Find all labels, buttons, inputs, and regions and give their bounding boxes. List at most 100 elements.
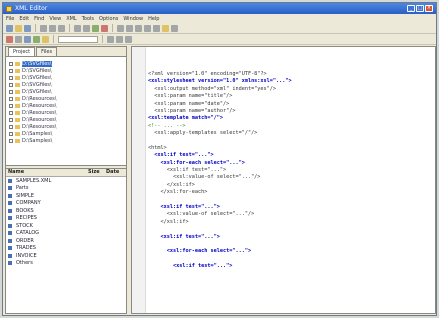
expand-icon[interactable] bbox=[9, 89, 13, 94]
outdent-icon[interactable] bbox=[153, 24, 160, 32]
column-date[interactable]: Date bbox=[104, 169, 126, 176]
code-line[interactable] bbox=[148, 138, 433, 145]
menu-file[interactable]: File bbox=[6, 16, 14, 22]
undo-icon[interactable] bbox=[74, 24, 81, 32]
copy-icon[interactable] bbox=[49, 24, 56, 32]
code-line[interactable]: <xsl:for-each select="..."> bbox=[148, 248, 433, 255]
file-row[interactable]: SIMPLE bbox=[6, 192, 126, 200]
menu-find[interactable]: Find bbox=[34, 16, 44, 22]
expand-icon[interactable] bbox=[9, 103, 13, 108]
code-line[interactable] bbox=[148, 226, 433, 233]
menu-edit[interactable]: Edit bbox=[19, 16, 29, 22]
tree-item[interactable]: D:\Resources\ bbox=[9, 95, 123, 102]
zoom-out-icon[interactable] bbox=[116, 35, 123, 43]
tree-item[interactable]: D:\Samples\ bbox=[9, 130, 123, 137]
menu-tools[interactable]: Tools bbox=[82, 16, 94, 22]
italic-icon[interactable] bbox=[15, 35, 22, 43]
validate-icon[interactable] bbox=[92, 24, 99, 32]
open-folder-icon[interactable] bbox=[15, 24, 22, 32]
code-line[interactable]: <xsl:if test="..."> bbox=[148, 167, 433, 174]
expand-icon[interactable] bbox=[9, 124, 13, 129]
code-editor[interactable]: <?xml version="1.0" encoding="UTF-8"?> <x… bbox=[131, 46, 436, 314]
bold-icon[interactable] bbox=[6, 35, 13, 43]
code-line[interactable]: <!-- ... --> bbox=[148, 123, 433, 130]
expand-icon[interactable] bbox=[9, 61, 13, 66]
find-icon[interactable] bbox=[117, 24, 124, 32]
expand-icon[interactable] bbox=[9, 110, 13, 115]
code-line[interactable] bbox=[148, 241, 433, 248]
expand-icon[interactable] bbox=[9, 131, 13, 136]
expand-icon[interactable] bbox=[9, 75, 13, 80]
code-line[interactable]: </xsl:if> bbox=[148, 219, 433, 226]
tree-item[interactable]: D:\SVGfiles\ bbox=[9, 88, 123, 95]
column-name[interactable]: Name bbox=[6, 169, 86, 176]
menu-options[interactable]: Options bbox=[99, 16, 118, 22]
code-line[interactable]: <xsl:stylesheet version="1.0" xmlns:xsl=… bbox=[148, 78, 433, 85]
code-line[interactable]: <xsl:if test="..."> bbox=[148, 152, 433, 159]
code-area[interactable]: <?xml version="1.0" encoding="UTF-8"?> <x… bbox=[148, 71, 433, 271]
tree-item[interactable]: D:\SVGfiles\ bbox=[9, 81, 123, 88]
code-line[interactable]: <xsl:if test="..."> bbox=[148, 204, 433, 211]
tree-item[interactable]: D:\SVGfiles\ bbox=[9, 67, 123, 74]
maximize-button[interactable]: □ bbox=[416, 5, 424, 12]
cut-icon[interactable] bbox=[40, 24, 47, 32]
tree-item[interactable]: D:\SVGfiles\ bbox=[9, 74, 123, 81]
menu-view[interactable]: View bbox=[49, 16, 61, 22]
file-row[interactable]: CATALOG bbox=[6, 230, 126, 238]
menu-window[interactable]: Window bbox=[123, 16, 143, 22]
menu-help[interactable]: Help bbox=[148, 16, 159, 22]
redo-icon[interactable] bbox=[83, 24, 90, 32]
file-row[interactable]: Others bbox=[6, 260, 126, 268]
code-line[interactable]: <xsl:for-each select="..."> bbox=[148, 160, 433, 167]
code-line[interactable]: <xsl:value-of select="..."/> bbox=[148, 174, 433, 181]
tab-files[interactable]: Files bbox=[36, 47, 58, 56]
file-row[interactable]: STOCK bbox=[6, 222, 126, 230]
code-line[interactable]: <xsl:template match="/"> bbox=[148, 115, 433, 122]
replace-icon[interactable] bbox=[126, 24, 133, 32]
browser-icon[interactable] bbox=[162, 24, 169, 32]
file-row[interactable]: RECIPES bbox=[6, 215, 126, 223]
file-row[interactable]: SAMPLES.XML bbox=[6, 177, 126, 185]
comment-icon[interactable] bbox=[42, 35, 49, 43]
file-row[interactable]: COMPANY bbox=[6, 200, 126, 208]
code-line[interactable]: <xsl:if test="..."> bbox=[148, 234, 433, 241]
indent-icon[interactable] bbox=[144, 24, 151, 32]
code-line[interactable] bbox=[148, 256, 433, 263]
expand-icon[interactable] bbox=[9, 96, 13, 101]
run-icon[interactable] bbox=[101, 24, 108, 32]
code-line[interactable]: <html> bbox=[148, 145, 433, 152]
tree-item[interactable]: D:\Resources\ bbox=[9, 116, 123, 123]
attribute-icon[interactable] bbox=[33, 35, 40, 43]
file-row[interactable]: ORDER bbox=[6, 237, 126, 245]
settings-icon[interactable] bbox=[171, 24, 178, 32]
tree-item[interactable]: D:\Resources\ bbox=[9, 102, 123, 109]
zoom-in-icon[interactable] bbox=[107, 35, 114, 43]
code-line[interactable]: <xsl:param name="title"/> bbox=[148, 93, 433, 100]
bookmark-icon[interactable] bbox=[135, 24, 142, 32]
expand-icon[interactable] bbox=[9, 68, 13, 73]
code-line[interactable]: </xsl:for-each> bbox=[148, 189, 433, 196]
code-line[interactable]: <xsl:param name="date"/> bbox=[148, 101, 433, 108]
paste-icon[interactable] bbox=[58, 24, 65, 32]
code-line[interactable]: <?xml version="1.0" encoding="UTF-8"?> bbox=[148, 71, 433, 78]
expand-icon[interactable] bbox=[9, 117, 13, 122]
menu-xml[interactable]: XML bbox=[66, 16, 77, 22]
tree-item[interactable]: D:\SVGfiles\ bbox=[9, 60, 123, 67]
code-line[interactable]: <xsl:output method="xml" indent="yes"/> bbox=[148, 86, 433, 93]
tab-project[interactable]: Project bbox=[8, 47, 36, 56]
tree-item[interactable]: D:\Resources\ bbox=[9, 109, 123, 116]
column-size[interactable]: Size bbox=[86, 169, 104, 176]
expand-icon[interactable] bbox=[9, 138, 13, 143]
wrap-icon[interactable] bbox=[125, 35, 132, 43]
code-line[interactable]: <xsl:apply-templates select="/"/> bbox=[148, 130, 433, 137]
code-line[interactable]: </xsl:if> bbox=[148, 182, 433, 189]
tree-item[interactable]: D:\Resources\ bbox=[9, 123, 123, 130]
file-row[interactable]: INVOICE bbox=[6, 252, 126, 260]
tree-item[interactable]: D:\Samples\ bbox=[9, 137, 123, 144]
code-line[interactable] bbox=[148, 197, 433, 204]
file-row[interactable]: BOOKS bbox=[6, 207, 126, 215]
element-icon[interactable] bbox=[24, 35, 31, 43]
close-button[interactable]: × bbox=[425, 5, 433, 12]
expand-icon[interactable] bbox=[9, 82, 13, 87]
view-select[interactable] bbox=[58, 35, 98, 43]
